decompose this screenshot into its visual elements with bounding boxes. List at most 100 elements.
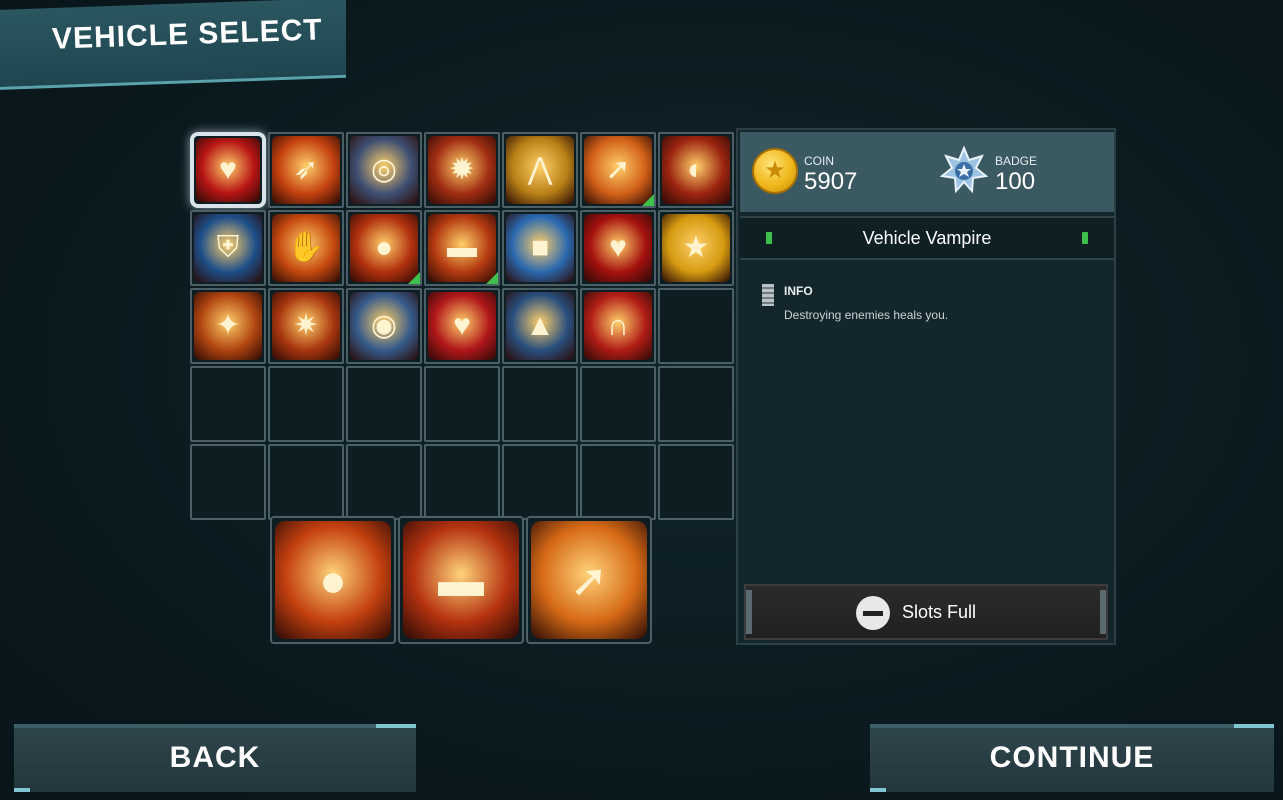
perk-slot[interactable]: ▬ [424, 210, 500, 286]
vampire-heart-icon: ♥ [219, 153, 237, 186]
badge-label: BADGE [995, 154, 1038, 168]
selected-item-name: Vehicle Vampire [862, 228, 992, 248]
crate-drop-icon: ■ [530, 231, 550, 264]
badge-icon [940, 146, 988, 194]
perk-art: ▲ [506, 292, 574, 360]
minus-icon [856, 596, 890, 630]
continue-button[interactable]: CONTINUE [870, 724, 1274, 792]
perk-art: ∩ [584, 292, 652, 360]
star-coin-icon: ★ [682, 231, 710, 264]
left-pip-icon [766, 232, 772, 244]
right-pip-icon [1082, 232, 1088, 244]
perk-slot[interactable]: ✋ [268, 210, 344, 286]
perk-slot[interactable]: ■ [502, 210, 578, 286]
perk-art: ♥ [428, 292, 496, 360]
perk-slot[interactable]: ◐ [658, 132, 734, 208]
slots-full-button[interactable]: Slots Full [744, 584, 1108, 640]
empty-slot[interactable] [658, 444, 734, 520]
coin-shot-icon: ● [319, 554, 347, 606]
continue-button-label: CONTINUE [989, 741, 1155, 774]
details-panel: ★ COIN 5907 BADGE 100 Vehicle Vampire IN… [736, 128, 1116, 645]
perk-slot[interactable]: ✷ [268, 288, 344, 364]
perk-art: ⋀ [506, 136, 574, 204]
coin-shot-icon: ● [374, 231, 394, 264]
perk-slot[interactable]: ♥ [580, 210, 656, 286]
rocket-barrage-icon: ➚ [605, 153, 631, 186]
empty-slot[interactable] [424, 444, 500, 520]
empty-slot[interactable] [268, 366, 344, 442]
perk-slot[interactable]: ♥ [424, 288, 500, 364]
perk-art: ◉ [350, 292, 418, 360]
perk-art: ■ [506, 214, 574, 282]
empty-slot[interactable] [502, 444, 578, 520]
perk-slot[interactable]: ✹ [424, 132, 500, 208]
perk-slot[interactable]: ♥ [190, 132, 266, 208]
slots-full-label: Slots Full [902, 602, 977, 622]
turret-icon: ▲ [525, 309, 555, 342]
equipped-art: ● [275, 521, 391, 639]
equipped-art: ➚ [531, 521, 647, 639]
empty-slot[interactable] [658, 366, 734, 442]
rank-up-icon: ⋀ [527, 153, 553, 186]
perk-slot[interactable]: ◉ [346, 288, 422, 364]
info-heading: INFO [784, 284, 813, 298]
equipped-slots: ● ▬ ➚ [270, 516, 652, 644]
slots-bar-right-cap [1100, 590, 1106, 634]
perk-slot[interactable]: ➶ [268, 132, 344, 208]
perk-slot[interactable]: ⛨ [190, 210, 266, 286]
back-button-label: BACK [169, 741, 261, 774]
perk-art: ✷ [272, 292, 340, 360]
vehicle-perk-grid: ♥ ➶ ◎ ✹ ⋀ ➚ ◐ ⛨ ✋ ● ▬ ■ ♥ ★ ✦ ✷ ◉ ♥ ▲ ∩ [190, 132, 734, 520]
empty-slot[interactable] [502, 366, 578, 442]
empty-slot[interactable] [346, 366, 422, 442]
empty-slot[interactable] [268, 444, 344, 520]
empty-slot[interactable] [580, 444, 656, 520]
empty-slot[interactable] [190, 444, 266, 520]
perk-slot[interactable]: ✦ [190, 288, 266, 364]
continue-button-underline [870, 788, 886, 792]
empty-slot[interactable] [424, 366, 500, 442]
perk-slot[interactable]: ∩ [580, 288, 656, 364]
tank-icon: ▬ [447, 231, 477, 264]
empty-slot[interactable] [580, 366, 656, 442]
perk-slot[interactable]: ⋀ [502, 132, 578, 208]
coin-value: 5907 [804, 168, 858, 195]
perk-art: ✹ [428, 136, 496, 204]
back-button-underline [14, 788, 30, 792]
shield-pierce-icon: ◎ [370, 153, 398, 186]
perk-slot[interactable]: ▲ [502, 288, 578, 364]
coin-blast-icon: ✦ [215, 309, 241, 342]
equipped-slot[interactable]: ● [270, 516, 396, 644]
coin-label: COIN [804, 154, 834, 168]
selected-item-name-bar: Vehicle Vampire [740, 216, 1114, 260]
perk-art: ♥ [196, 138, 260, 202]
empty-slot[interactable] [346, 444, 422, 520]
perk-art: ★ [662, 214, 730, 282]
empty-slot[interactable] [190, 366, 266, 442]
upgrade-marker-icon [486, 272, 498, 284]
perk-slot[interactable]: ➚ [580, 132, 656, 208]
heart-orbit-icon: ♥ [453, 309, 471, 342]
perk-art: ◎ [350, 136, 418, 204]
equipped-art: ▬ [403, 521, 519, 639]
shield-bomb-icon: ✹ [449, 153, 475, 186]
info-description: Destroying enemies heals you. [784, 308, 949, 322]
equipped-slot[interactable]: ➚ [526, 516, 652, 644]
empty-slot[interactable] [658, 288, 734, 364]
upgrade-marker-icon [642, 194, 654, 206]
magnet-icon: ∩ [607, 309, 629, 342]
rocket-barrage-icon: ➚ [569, 554, 609, 606]
back-button-highlight [376, 724, 416, 728]
perk-slot[interactable]: ★ [658, 210, 734, 286]
coin-icon: ★ [752, 148, 798, 194]
perk-slot[interactable]: ● [346, 210, 422, 286]
armor-shield-icon: ⛨ [216, 231, 240, 264]
tank-icon: ▬ [438, 554, 484, 606]
equipped-slot[interactable]: ▬ [398, 516, 524, 644]
badge-value: 100 [995, 168, 1036, 195]
perk-slot[interactable]: ◎ [346, 132, 422, 208]
back-button[interactable]: BACK [14, 724, 416, 792]
missile-speed-icon: ➶ [293, 153, 319, 186]
perk-art: ♥ [584, 214, 652, 282]
perk-art: ✦ [194, 292, 262, 360]
